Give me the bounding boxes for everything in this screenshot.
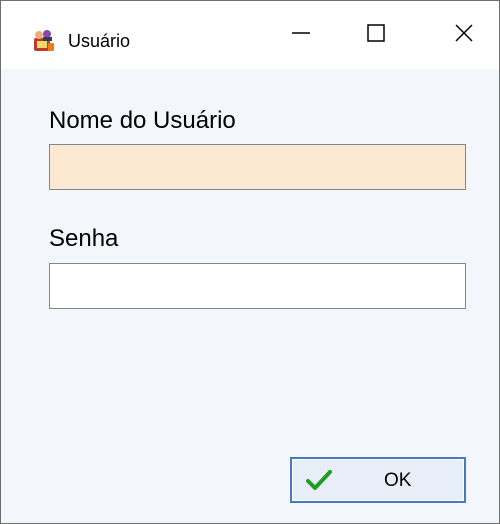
username-input[interactable] <box>49 144 466 190</box>
ok-button-label: OK <box>384 470 412 491</box>
maximize-icon <box>365 22 387 49</box>
app-icon <box>30 28 56 54</box>
title-bar[interactable]: Usuário <box>1 1 499 69</box>
checkmark-icon <box>306 469 332 491</box>
window-title: Usuário <box>68 31 131 51</box>
close-button[interactable] <box>434 1 494 69</box>
maximize-button[interactable] <box>346 1 406 69</box>
ok-button[interactable]: OK <box>290 457 466 503</box>
password-input[interactable] <box>49 263 466 309</box>
minimize-icon <box>290 22 312 49</box>
username-label: Nome do Usuário <box>49 107 236 134</box>
close-icon <box>453 22 475 49</box>
login-window: Usuário Nome do Usuário Senha OK <box>0 0 500 524</box>
minimize-button[interactable] <box>271 1 331 69</box>
password-label: Senha <box>49 225 119 252</box>
